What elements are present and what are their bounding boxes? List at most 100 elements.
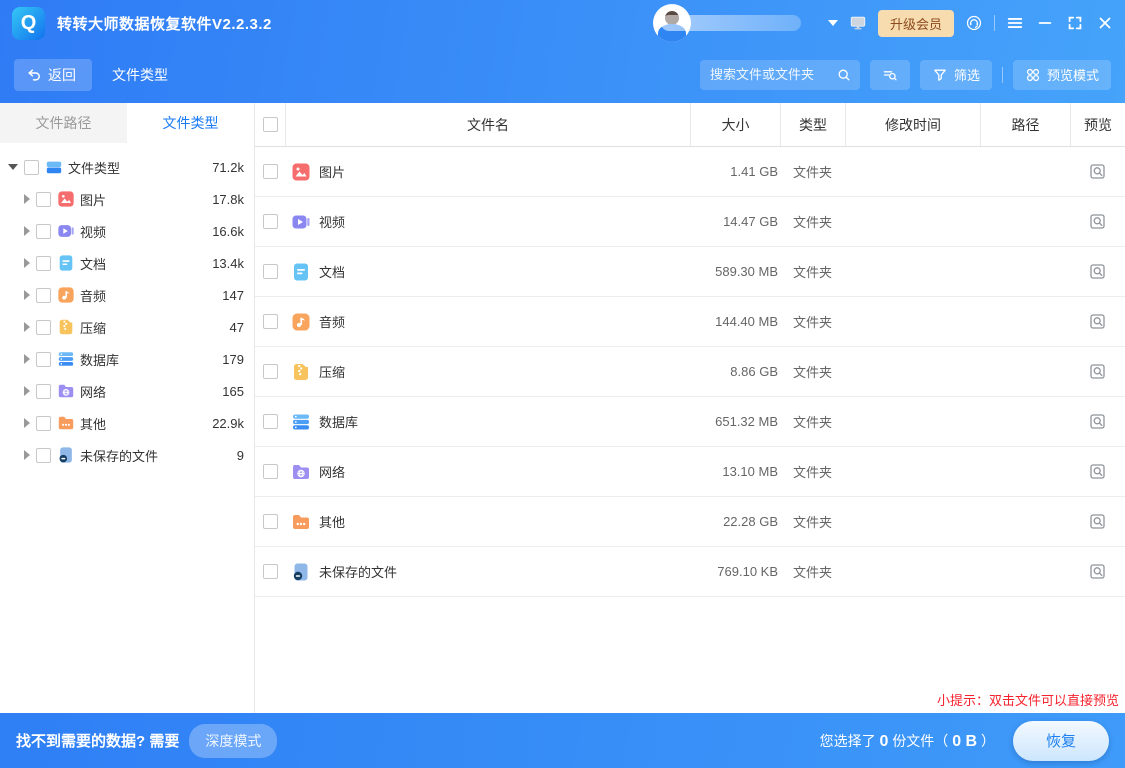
column-header-name[interactable]: 文件名 — [285, 103, 690, 146]
recover-button[interactable]: 恢复 — [1013, 721, 1109, 761]
chevron-down-icon[interactable] — [828, 20, 838, 26]
table-row[interactable]: 视频 14.47 GB 文件夹 — [255, 197, 1125, 247]
table-row[interactable]: 压缩 8.86 GB 文件夹 — [255, 347, 1125, 397]
sidebar-tree-item[interactable]: 未保存的文件 9 — [0, 439, 254, 471]
expand-arrow-icon[interactable] — [24, 322, 30, 332]
expand-arrow-icon[interactable] — [24, 226, 30, 236]
item-checkbox[interactable] — [24, 160, 39, 175]
expand-arrow-icon[interactable] — [24, 194, 30, 204]
monitor-icon[interactable] — [848, 13, 868, 33]
tree-item-count: 22.9k — [212, 416, 244, 431]
item-checkbox[interactable] — [36, 224, 51, 239]
tree-item-count: 16.6k — [212, 224, 244, 239]
maximize-icon[interactable] — [1065, 13, 1085, 33]
back-button[interactable]: 返回 — [14, 59, 92, 91]
collapse-arrow-icon[interactable] — [8, 164, 18, 170]
file-type: 文件夹 — [780, 262, 845, 281]
file-type: 文件夹 — [780, 462, 845, 481]
breadcrumb: 文件类型 — [112, 65, 168, 85]
expand-arrow-icon[interactable] — [24, 386, 30, 396]
preview-mode-button[interactable]: 预览模式 — [1013, 60, 1111, 90]
table-row[interactable]: 图片 1.41 GB 文件夹 — [255, 147, 1125, 197]
item-checkbox[interactable] — [36, 320, 51, 335]
sidebar-tree-item[interactable]: 文档 13.4k — [0, 247, 254, 279]
row-checkbox[interactable] — [263, 264, 278, 279]
upgrade-member-button[interactable]: 升级会员 — [878, 10, 954, 37]
table-row[interactable]: 音频 144.40 MB 文件夹 — [255, 297, 1125, 347]
filter-button[interactable]: 筛选 — [920, 60, 992, 90]
preview-magnifier-icon — [1088, 412, 1108, 432]
sidebar-tree-item[interactable]: 压缩 47 — [0, 311, 254, 343]
item-checkbox[interactable] — [36, 352, 51, 367]
expand-arrow-icon[interactable] — [24, 450, 30, 460]
tab-file-path[interactable]: 文件路径 — [0, 103, 127, 143]
row-checkbox[interactable] — [263, 564, 278, 579]
deep-mode-button[interactable]: 深度模式 — [189, 724, 277, 758]
select-all-checkbox[interactable] — [263, 117, 278, 132]
row-checkbox[interactable] — [263, 464, 278, 479]
column-header-type[interactable]: 类型 — [780, 103, 845, 146]
table-row[interactable]: 网络 13.10 MB 文件夹 — [255, 447, 1125, 497]
row-checkbox[interactable] — [263, 314, 278, 329]
search-icon — [836, 67, 852, 83]
preview-button[interactable] — [1088, 562, 1108, 582]
customer-service-icon[interactable] — [964, 13, 984, 33]
close-icon[interactable] — [1095, 13, 1115, 33]
item-checkbox[interactable] — [36, 288, 51, 303]
sidebar-tree-item[interactable]: 其他 22.9k — [0, 407, 254, 439]
expand-arrow-icon[interactable] — [24, 418, 30, 428]
preview-button[interactable] — [1088, 462, 1108, 482]
column-header-path[interactable]: 路径 — [980, 103, 1070, 146]
unsaved-icon — [291, 562, 311, 582]
preview-button[interactable] — [1088, 162, 1108, 182]
column-header-modified[interactable]: 修改时间 — [845, 103, 980, 146]
preview-button[interactable] — [1088, 362, 1108, 382]
expand-arrow-icon[interactable] — [24, 258, 30, 268]
sidebar-tree-item[interactable]: 音频 147 — [0, 279, 254, 311]
row-checkbox[interactable] — [263, 214, 278, 229]
column-header-size[interactable]: 大小 — [690, 103, 780, 146]
menu-icon[interactable] — [1005, 13, 1025, 33]
row-checkbox[interactable] — [263, 414, 278, 429]
file-name: 视频 — [319, 212, 345, 231]
preview-magnifier-icon — [1088, 312, 1108, 332]
sidebar-tree-item[interactable]: 网络 165 — [0, 375, 254, 407]
search-box[interactable] — [700, 60, 860, 90]
table-row[interactable]: 数据库 651.32 MB 文件夹 — [255, 397, 1125, 447]
item-checkbox[interactable] — [36, 448, 51, 463]
expand-arrow-icon[interactable] — [24, 290, 30, 300]
item-checkbox[interactable] — [36, 416, 51, 431]
file-size: 13.10 MB — [690, 464, 780, 479]
sidebar-tree-item[interactable]: 图片 17.8k — [0, 183, 254, 215]
user-account[interactable] — [653, 4, 818, 42]
tree-item-label: 视频 — [80, 222, 106, 241]
preview-button[interactable] — [1088, 262, 1108, 282]
row-checkbox[interactable] — [263, 364, 278, 379]
table-row[interactable]: 其他 22.28 GB 文件夹 — [255, 497, 1125, 547]
expand-arrow-icon[interactable] — [24, 354, 30, 364]
item-checkbox[interactable] — [36, 192, 51, 207]
tab-file-type[interactable]: 文件类型 — [127, 103, 254, 143]
selection-summary: 您选择了 0 份文件（ 0 B ） — [820, 731, 995, 751]
sidebar-tree-item[interactable]: 视频 16.6k — [0, 215, 254, 247]
table-row[interactable]: 文档 589.30 MB 文件夹 — [255, 247, 1125, 297]
file-name: 文档 — [319, 262, 345, 281]
network-icon — [291, 462, 311, 482]
preview-button[interactable] — [1088, 212, 1108, 232]
file-name: 音频 — [319, 312, 345, 331]
item-checkbox[interactable] — [36, 384, 51, 399]
sidebar-tree-item[interactable]: 文件类型 71.2k — [0, 151, 254, 183]
row-checkbox[interactable] — [263, 164, 278, 179]
row-checkbox[interactable] — [263, 514, 278, 529]
sidebar-tree-item[interactable]: 数据库 179 — [0, 343, 254, 375]
preview-button[interactable] — [1088, 512, 1108, 532]
minimize-icon[interactable] — [1035, 13, 1055, 33]
search-input[interactable] — [710, 67, 836, 82]
column-header-preview[interactable]: 预览 — [1070, 103, 1125, 146]
preview-button[interactable] — [1088, 412, 1108, 432]
preview-button[interactable] — [1088, 312, 1108, 332]
item-checkbox[interactable] — [36, 256, 51, 271]
table-row[interactable]: 未保存的文件 769.10 KB 文件夹 — [255, 547, 1125, 597]
filter-funnel-icon — [932, 67, 948, 83]
advanced-search-button[interactable] — [870, 60, 910, 90]
